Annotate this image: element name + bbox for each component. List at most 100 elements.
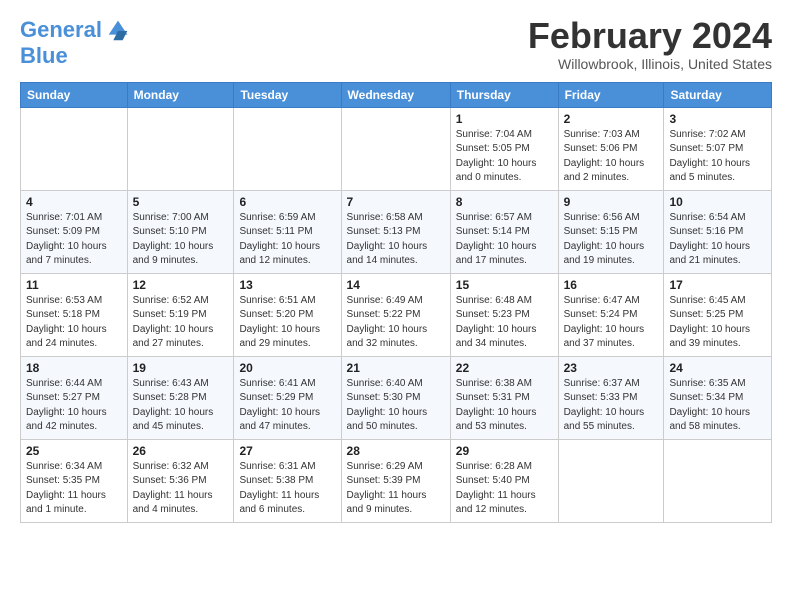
calendar-week-3: 11 Sunrise: 6:53 AM Sunset: 5:18 PM Dayli…	[21, 273, 772, 356]
day-number: 21	[347, 361, 445, 375]
table-row: 14Sunrise: 6:49 AM Sunset: 5:22 PM Dayli…	[341, 273, 450, 356]
location: Willowbrook, Illinois, United States	[528, 56, 772, 72]
day-number: 23	[564, 361, 659, 375]
col-saturday: Saturday	[664, 82, 772, 107]
day-info: Sunrise: 6:35 AM Sunset: 5:34 PM Dayligh…	[669, 377, 766, 435]
day-info: Sunrise: 7:00 AM Sunset: 5:10 PM Dayligh…	[133, 211, 229, 269]
day-info: Sunrise: 7:01 AM Sunset: 5:09 PM Dayligh…	[26, 211, 122, 269]
table-row: 12 Sunrise: 6:52 AM Sunset: 5:19 PM Dayli…	[127, 273, 234, 356]
table-row: 7 Sunrise: 6:58 AM Sunset: 5:13 PM Daylig…	[341, 190, 450, 273]
calendar-week-5: 25 Sunrise: 6:34 AM Sunset: 5:35 PM Dayli…	[21, 439, 772, 522]
day-number: 29	[456, 444, 553, 458]
day-number: 25	[26, 444, 122, 458]
day-info: Sunrise: 6:49 AM Sunset: 5:22 PM Dayligh…	[347, 294, 445, 352]
day-info: Sunrise: 6:41 AM Sunset: 5:29 PM Dayligh…	[239, 377, 335, 435]
logo-icon	[104, 16, 132, 44]
table-row	[21, 107, 128, 190]
day-info: Sunrise: 6:56 AM Sunset: 5:15 PM Dayligh…	[564, 211, 659, 269]
day-info: Sunrise: 6:31 AM Sunset: 5:38 PM Dayligh…	[239, 460, 335, 518]
day-number: 24	[669, 361, 766, 375]
day-info: Sunrise: 6:37 AM Sunset: 5:33 PM Dayligh…	[564, 377, 659, 435]
header: General Blue February 2024 Willowbrook, …	[20, 16, 772, 72]
table-row: 21 Sunrise: 6:40 AM Sunset: 5:30 PM Dayli…	[341, 356, 450, 439]
day-number: 19	[133, 361, 229, 375]
day-number: 2	[564, 112, 659, 126]
day-info: Sunrise: 6:43 AM Sunset: 5:28 PM Dayligh…	[133, 377, 229, 435]
calendar-week-4: 18 Sunrise: 6:44 AM Sunset: 5:27 PM Dayli…	[21, 356, 772, 439]
day-info: Sunrise: 6:34 AM Sunset: 5:35 PM Dayligh…	[26, 460, 122, 518]
col-sunday: Sunday	[21, 82, 128, 107]
day-info: Sunrise: 6:59 AM Sunset: 5:11 PM Dayligh…	[239, 211, 335, 269]
day-number: 22	[456, 361, 553, 375]
day-info: Sunrise: 6:44 AM Sunset: 5:27 PM Dayligh…	[26, 377, 122, 435]
table-row: 26Sunrise: 6:32 AM Sunset: 5:36 PM Dayli…	[127, 439, 234, 522]
day-number: 9	[564, 195, 659, 209]
calendar-week-1: 1Sunrise: 7:04 AM Sunset: 5:05 PM Daylig…	[21, 107, 772, 190]
day-info: Sunrise: 7:03 AM Sunset: 5:06 PM Dayligh…	[564, 128, 659, 186]
table-row: 2 Sunrise: 7:03 AM Sunset: 5:06 PM Daylig…	[558, 107, 664, 190]
day-info: Sunrise: 7:02 AM Sunset: 5:07 PM Dayligh…	[669, 128, 766, 186]
day-number: 15	[456, 278, 553, 292]
table-row: 15 Sunrise: 6:48 AM Sunset: 5:23 PM Dayli…	[450, 273, 558, 356]
day-number: 11	[26, 278, 122, 292]
col-friday: Friday	[558, 82, 664, 107]
day-number: 1	[456, 112, 553, 126]
day-number: 3	[669, 112, 766, 126]
day-number: 28	[347, 444, 445, 458]
day-number: 8	[456, 195, 553, 209]
col-wednesday: Wednesday	[341, 82, 450, 107]
calendar-header-row: Sunday Monday Tuesday Wednesday Thursday…	[21, 82, 772, 107]
title-block: February 2024 Willowbrook, Illinois, Uni…	[528, 16, 772, 72]
col-thursday: Thursday	[450, 82, 558, 107]
table-row: 28Sunrise: 6:29 AM Sunset: 5:39 PM Dayli…	[341, 439, 450, 522]
table-row: 19 Sunrise: 6:43 AM Sunset: 5:28 PM Dayli…	[127, 356, 234, 439]
calendar-table: Sunday Monday Tuesday Wednesday Thursday…	[20, 82, 772, 523]
col-monday: Monday	[127, 82, 234, 107]
day-info: Sunrise: 6:53 AM Sunset: 5:18 PM Dayligh…	[26, 294, 122, 352]
logo-line2: Blue	[20, 44, 132, 68]
day-number: 13	[239, 278, 335, 292]
month-title: February 2024	[528, 16, 772, 56]
day-number: 6	[239, 195, 335, 209]
day-number: 12	[133, 278, 229, 292]
logo-line1: General	[20, 17, 102, 42]
table-row	[558, 439, 664, 522]
table-row: 13 Sunrise: 6:51 AM Sunset: 5:20 PM Dayli…	[234, 273, 341, 356]
table-row: 18 Sunrise: 6:44 AM Sunset: 5:27 PM Dayli…	[21, 356, 128, 439]
table-row: 8 Sunrise: 6:57 AM Sunset: 5:14 PM Daylig…	[450, 190, 558, 273]
day-number: 10	[669, 195, 766, 209]
table-row: 27 Sunrise: 6:31 AM Sunset: 5:38 PM Dayli…	[234, 439, 341, 522]
day-info: Sunrise: 6:52 AM Sunset: 5:19 PM Dayligh…	[133, 294, 229, 352]
day-info: Sunrise: 6:32 AM Sunset: 5:36 PM Dayligh…	[133, 460, 229, 518]
day-info: Sunrise: 6:45 AM Sunset: 5:25 PM Dayligh…	[669, 294, 766, 352]
table-row: 9 Sunrise: 6:56 AM Sunset: 5:15 PM Daylig…	[558, 190, 664, 273]
day-info: Sunrise: 6:54 AM Sunset: 5:16 PM Dayligh…	[669, 211, 766, 269]
table-row: 17Sunrise: 6:45 AM Sunset: 5:25 PM Dayli…	[664, 273, 772, 356]
day-number: 7	[347, 195, 445, 209]
day-number: 27	[239, 444, 335, 458]
day-number: 16	[564, 278, 659, 292]
table-row: 5Sunrise: 7:00 AM Sunset: 5:10 PM Daylig…	[127, 190, 234, 273]
table-row: 23 Sunrise: 6:37 AM Sunset: 5:33 PM Dayli…	[558, 356, 664, 439]
day-info: Sunrise: 6:40 AM Sunset: 5:30 PM Dayligh…	[347, 377, 445, 435]
table-row: 25 Sunrise: 6:34 AM Sunset: 5:35 PM Dayli…	[21, 439, 128, 522]
table-row	[234, 107, 341, 190]
table-row: 1Sunrise: 7:04 AM Sunset: 5:05 PM Daylig…	[450, 107, 558, 190]
logo: General Blue	[20, 16, 132, 68]
table-row: 4 Sunrise: 7:01 AM Sunset: 5:09 PM Daylig…	[21, 190, 128, 273]
day-number: 18	[26, 361, 122, 375]
day-info: Sunrise: 6:58 AM Sunset: 5:13 PM Dayligh…	[347, 211, 445, 269]
day-info: Sunrise: 6:48 AM Sunset: 5:23 PM Dayligh…	[456, 294, 553, 352]
day-number: 4	[26, 195, 122, 209]
logo-text: General	[20, 18, 102, 42]
table-row	[341, 107, 450, 190]
day-info: Sunrise: 6:28 AM Sunset: 5:40 PM Dayligh…	[456, 460, 553, 518]
table-row: 29 Sunrise: 6:28 AM Sunset: 5:40 PM Dayli…	[450, 439, 558, 522]
table-row: 24 Sunrise: 6:35 AM Sunset: 5:34 PM Dayli…	[664, 356, 772, 439]
day-info: Sunrise: 6:57 AM Sunset: 5:14 PM Dayligh…	[456, 211, 553, 269]
calendar-week-2: 4 Sunrise: 7:01 AM Sunset: 5:09 PM Daylig…	[21, 190, 772, 273]
day-info: Sunrise: 6:51 AM Sunset: 5:20 PM Dayligh…	[239, 294, 335, 352]
table-row: 16Sunrise: 6:47 AM Sunset: 5:24 PM Dayli…	[558, 273, 664, 356]
page: General Blue February 2024 Willowbrook, …	[0, 0, 792, 533]
table-row: 3 Sunrise: 7:02 AM Sunset: 5:07 PM Daylig…	[664, 107, 772, 190]
